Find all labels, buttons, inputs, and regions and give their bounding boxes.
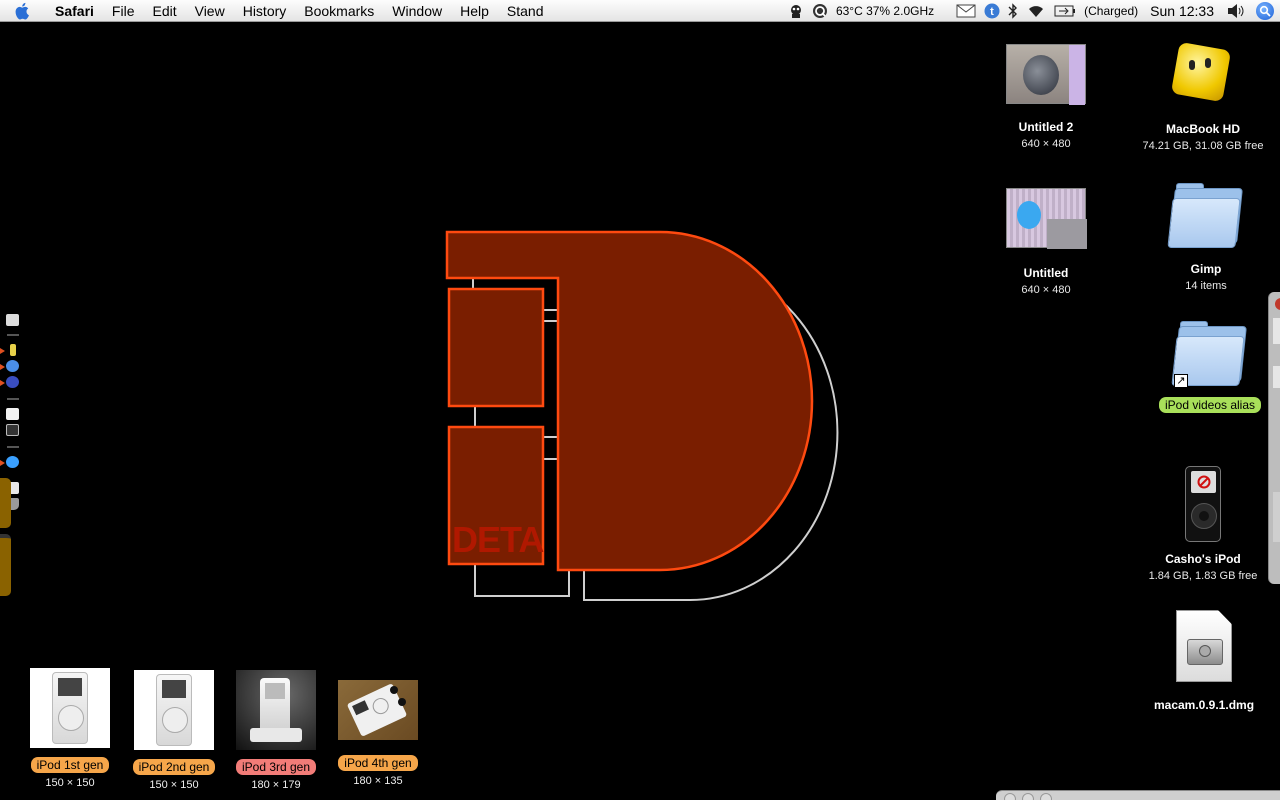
quicktime-dock-icon[interactable]: [6, 456, 19, 468]
coin-image: [1023, 55, 1059, 95]
icon-name: macam.0.9.1.dmg: [1153, 698, 1255, 712]
wifi-icon[interactable]: [1022, 0, 1050, 22]
folder-icon: [1167, 180, 1243, 252]
mail-icon[interactable]: [952, 0, 980, 22]
dock-separator: [7, 334, 19, 336]
volume-icon[interactable]: [1222, 0, 1250, 22]
spotlight-icon: [1256, 2, 1274, 20]
menu-file[interactable]: File: [103, 0, 144, 22]
desktop-icon-gimp[interactable]: Gimp 14 items: [1150, 180, 1262, 292]
cpu-monitor[interactable]: 63°C 37% 2.0GHz: [832, 0, 938, 22]
twitter-icon[interactable]: t: [980, 0, 1004, 22]
menu-clock[interactable]: Sun 12:33: [1142, 0, 1222, 22]
icon-name: Untitled: [1023, 266, 1069, 280]
ipod-device-icon: [1185, 466, 1221, 542]
disk-image-icon: [1176, 610, 1232, 682]
icon-subtitle: 150 × 150: [149, 779, 199, 791]
safari-dock-icon[interactable]: [6, 360, 19, 372]
icon-subtitle: 180 × 135: [353, 775, 403, 787]
svg-text:t: t: [990, 6, 994, 18]
menu-app-safari[interactable]: Safari: [46, 0, 103, 22]
image-thumbnail: [134, 670, 214, 750]
menu-help[interactable]: Help: [451, 0, 498, 22]
hard-drive-icon: [1170, 40, 1235, 104]
desktop-icon-macam-dmg[interactable]: macam.0.9.1.dmg: [1146, 610, 1262, 712]
dock-separator: [7, 398, 19, 400]
icon-subtitle: 180 × 179: [251, 779, 301, 791]
running-indicator: [0, 380, 5, 386]
battery-status[interactable]: (Charged): [1080, 0, 1142, 22]
image-thumbnail: [30, 668, 110, 748]
icon-subtitle: 14 items: [1185, 280, 1227, 292]
menu-bookmarks[interactable]: Bookmarks: [295, 0, 383, 22]
running-indicator: [0, 348, 5, 354]
finder-dock-icon[interactable]: [6, 314, 19, 326]
desktop-icon-ipod-1st-gen[interactable]: iPod 1st gen 150 × 150: [20, 668, 120, 789]
icon-name: iPod 2nd gen: [132, 759, 216, 775]
image-thumbnail: [1006, 44, 1086, 105]
icon-subtitle: 640 × 480: [1021, 284, 1071, 296]
menu-stand[interactable]: Stand: [498, 0, 553, 22]
icon-name: iPod 4th gen: [338, 755, 418, 771]
icon-subtitle: 74.21 GB, 31.08 GB free: [1142, 140, 1264, 152]
icon-name: iPod 1st gen: [30, 757, 110, 773]
partial-window-bottom[interactable]: [996, 790, 1280, 800]
image-thumbnail: [1006, 188, 1087, 249]
icon-subtitle: 150 × 150: [45, 777, 95, 789]
menu-bar: Safari File Edit View History Bookmarks …: [0, 0, 1280, 22]
image-thumbnail: [236, 670, 316, 750]
icon-name: Gimp: [1190, 262, 1222, 276]
menu-view[interactable]: View: [186, 0, 234, 22]
icon-name: Casho's iPod: [1165, 552, 1241, 566]
desktop-icon-untitled-2[interactable]: Untitled 2 640 × 480: [990, 44, 1102, 150]
window-close-button[interactable]: [1275, 298, 1280, 310]
icon-name: iPod videos alias: [1158, 397, 1262, 413]
desktop-icon-ipod-2nd-gen[interactable]: iPod 2nd gen 150 × 150: [124, 670, 224, 791]
icon-name: Untitled 2: [1018, 120, 1074, 134]
drawer-tab[interactable]: [0, 534, 11, 596]
alien-icon[interactable]: [784, 0, 808, 22]
menu-edit[interactable]: Edit: [143, 0, 185, 22]
desktop-icon-macbook-hd[interactable]: MacBook HD 74.21 GB, 31.08 GB free: [1140, 40, 1266, 152]
firefox-dock-icon[interactable]: [6, 376, 19, 388]
icon-subtitle: 1.84 GB, 1.83 GB free: [1148, 570, 1258, 582]
desktop-icon-ipod-4th-gen[interactable]: iPod 4th gen 180 × 135: [328, 680, 428, 787]
icon-subtitle: 640 × 480: [1021, 138, 1071, 150]
spotlight-button[interactable]: [1250, 0, 1280, 22]
dock-separator: [7, 446, 19, 448]
logo-text: DETA: [452, 519, 544, 560]
folder-icon: ↗: [1171, 318, 1247, 390]
icon-name: iPod 3rd gen: [235, 759, 317, 775]
alias-arrow-icon: ↗: [1174, 374, 1188, 388]
apple-logo-image: [1017, 201, 1041, 229]
prohibited-icon: [1197, 475, 1210, 489]
textedit-dock-icon[interactable]: [6, 408, 19, 420]
apple-icon: [15, 2, 29, 20]
menu-window[interactable]: Window: [383, 0, 451, 22]
battery-icon[interactable]: [1050, 0, 1080, 22]
menu-history[interactable]: History: [234, 0, 296, 22]
deta-wallpaper-logo: DETA: [445, 230, 839, 601]
pencil-dock-icon[interactable]: [10, 344, 16, 356]
desktop-icon-ipod-3rd-gen[interactable]: iPod 3rd gen 180 × 179: [226, 670, 326, 791]
drawer-tab[interactable]: [0, 478, 11, 528]
quicksilver-icon[interactable]: [808, 0, 832, 22]
running-indicator: [0, 364, 5, 370]
partial-window-edge[interactable]: [1268, 292, 1280, 584]
running-indicator: [0, 460, 5, 466]
image-thumbnail: [338, 680, 418, 740]
desktop-icon-cashos-ipod[interactable]: Casho's iPod 1.84 GB, 1.83 GB free: [1140, 466, 1266, 582]
icon-name: MacBook HD: [1165, 122, 1240, 136]
bluetooth-icon[interactable]: [1004, 0, 1022, 22]
terminal-dock-icon[interactable]: [6, 424, 19, 436]
desktop-icon-ipod-videos-alias[interactable]: ↗ iPod videos alias: [1152, 318, 1268, 414]
desktop-icon-untitled[interactable]: Untitled 640 × 480: [990, 188, 1102, 296]
menu-extras: 63°C 37% 2.0GHz t (Charged) Sun 12:33: [784, 0, 1280, 22]
apple-menu[interactable]: [0, 2, 46, 20]
